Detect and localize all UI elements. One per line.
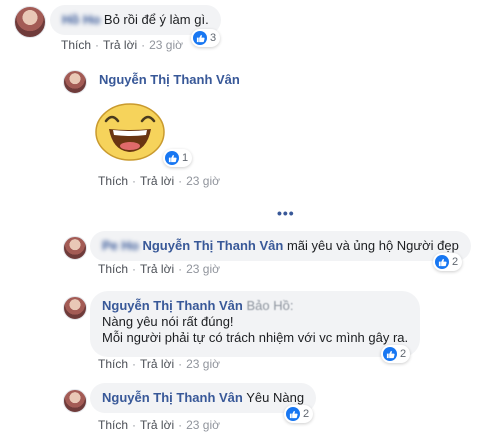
like-link[interactable]: Thích <box>98 418 128 432</box>
reply-link[interactable]: Trả lời <box>140 262 174 276</box>
reaction-count[interactable]: 2 <box>284 405 314 423</box>
timestamp[interactable]: 23 giờ <box>186 262 220 276</box>
comment-bubble: Nguyễn Thị Thanh Vân Yêu Nàng <box>90 383 317 413</box>
comment-author[interactable]: Nguyễn Thị Thanh Vân <box>102 298 243 313</box>
mention-text: Bảo Hồ: <box>246 298 294 313</box>
timestamp[interactable]: 23 giờ <box>186 357 220 371</box>
comment-author[interactable]: Nguyễn Thị Thanh Vân <box>102 390 243 405</box>
comment-actions: Thích · Trả lời · 23 giờ <box>98 418 220 432</box>
reaction-number: 1 <box>182 152 189 164</box>
like-reaction-icon <box>165 151 179 165</box>
reply-link[interactable]: Trả lời <box>103 38 137 52</box>
comment-author[interactable]: Pe Ho <box>102 238 139 253</box>
comment-author[interactable]: Hồ Ho <box>62 12 100 27</box>
reaction-number: 2 <box>303 408 310 420</box>
timestamp[interactable]: 23 giờ <box>186 174 220 188</box>
laughing-face-sticker <box>94 99 166 161</box>
comment-actions: Thích · Trả lời · 23 giờ <box>98 262 220 276</box>
reaction-number: 2 <box>400 348 407 360</box>
comment-actions: Thích · Trả lời · 23 giờ <box>61 38 183 52</box>
comment-text-line: Nàng yêu nói rất đúng! <box>102 314 234 329</box>
reaction-number: 2 <box>452 256 459 268</box>
like-reaction-icon <box>435 255 449 269</box>
comment-text-line: Mỗi người phải tự có trách nhiệm với vc … <box>102 330 409 345</box>
like-reaction-icon <box>383 347 397 361</box>
avatar[interactable] <box>63 389 87 413</box>
reply-link[interactable]: Trả lời <box>140 174 174 188</box>
comment-actions: Thích · Trả lời · 23 giờ <box>98 174 220 188</box>
like-link[interactable]: Thích <box>98 357 128 371</box>
avatar[interactable] <box>14 6 46 38</box>
more-replies-button[interactable]: ••• <box>277 205 295 221</box>
like-link[interactable]: Thích <box>98 262 128 276</box>
reaction-count[interactable]: 2 <box>433 253 463 271</box>
comment-bubble: Pe Ho Nguyễn Thị Thanh Vân mãi yêu và ủn… <box>90 231 471 261</box>
mention-link[interactable]: Nguyễn Thị Thanh Vân <box>142 238 283 253</box>
comment-bubble: Nguyễn Thị Thanh Vân Bảo Hồ: Nàng yêu nó… <box>90 291 421 357</box>
reply-link[interactable]: Trả lời <box>140 418 174 432</box>
comment-author[interactable]: Nguyễn Thị Thanh Vân <box>99 72 240 87</box>
timestamp[interactable]: 23 giờ <box>149 38 183 52</box>
comment-text: Bỏ rồi để ý làm gì. <box>103 12 209 27</box>
like-reaction-icon <box>286 407 300 421</box>
reply-link[interactable]: Trả lời <box>140 357 174 371</box>
avatar[interactable] <box>63 70 87 94</box>
like-link[interactable]: Thích <box>61 38 91 52</box>
reaction-count[interactable]: 2 <box>381 345 411 363</box>
reaction-count[interactable]: 1 <box>163 149 193 167</box>
comment-text: Yêu Nàng <box>246 390 305 405</box>
reaction-number: 3 <box>210 32 217 44</box>
comment-actions: Thích · Trả lời · 23 giờ <box>98 357 220 371</box>
avatar[interactable] <box>63 236 87 260</box>
reaction-count[interactable]: 3 <box>191 29 221 47</box>
like-reaction-icon <box>193 31 207 45</box>
comment-text: mãi yêu và ủng hộ Người đẹp <box>286 238 459 253</box>
avatar[interactable] <box>63 296 87 320</box>
timestamp[interactable]: 23 giờ <box>186 418 220 432</box>
like-link[interactable]: Thích <box>98 174 128 188</box>
